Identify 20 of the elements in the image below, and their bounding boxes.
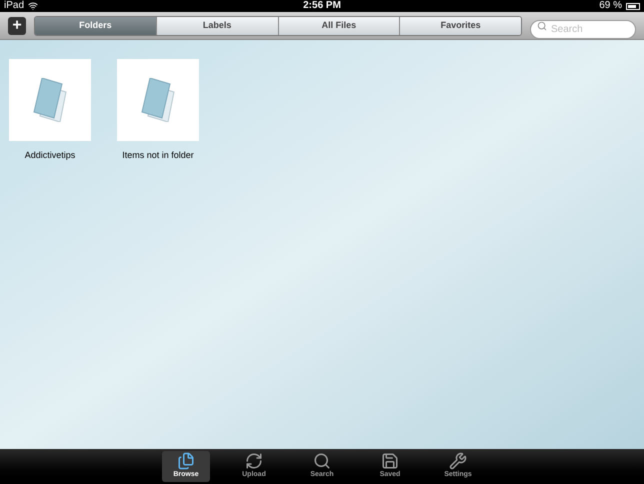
folder-name: Items not in folder [122, 149, 194, 162]
folder-tile[interactable] [9, 59, 91, 141]
wifi-icon [28, 1, 38, 11]
segment-tab[interactable]: Favorites [399, 16, 521, 34]
clock: 2:56 PM [303, 0, 341, 12]
search-icon [313, 452, 331, 470]
documents-icon [177, 452, 195, 470]
segment-tab[interactable]: All Files [278, 16, 400, 34]
battery-icon [626, 2, 640, 10]
segment-tab[interactable]: Folders [35, 16, 156, 34]
search-icon [537, 20, 547, 30]
battery-percent: 69 % [599, 0, 622, 12]
segment-tab[interactable]: Labels [156, 16, 278, 34]
folder-tile[interactable] [117, 59, 199, 141]
sync-icon [245, 452, 263, 470]
search-field[interactable]: Search [530, 20, 636, 39]
folder-name: Addictivetips [24, 149, 76, 162]
device-name: iPad [4, 0, 24, 12]
add-button[interactable]: + [8, 16, 26, 34]
settings-icon [449, 452, 467, 470]
